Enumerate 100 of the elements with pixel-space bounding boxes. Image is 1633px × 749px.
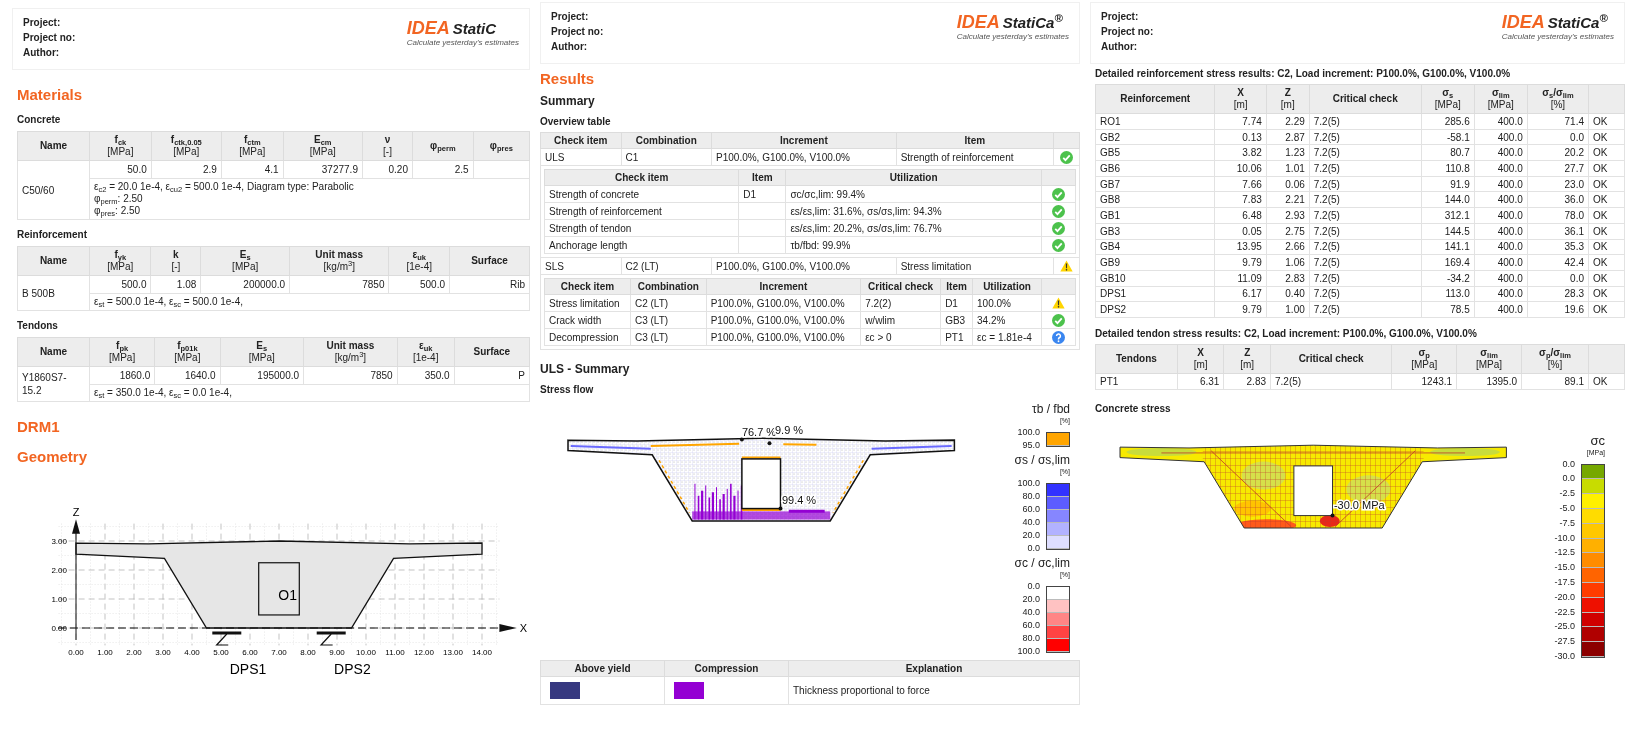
legend-label: -12.5 — [1554, 546, 1575, 559]
column-header: σ$_{p}$/σ$_{lim}$ [%] — [1521, 344, 1589, 374]
logo-mark: IDEA — [1501, 13, 1545, 31]
table-cell: 7.2(5) — [1309, 301, 1422, 318]
table-cell: SLS — [540, 257, 621, 275]
table-cell: 7.2(5) — [1309, 239, 1422, 255]
column-header: Check item — [544, 169, 739, 186]
table-cell: 2.5 — [412, 160, 474, 179]
axis-tick-label: 9.00 — [329, 648, 345, 657]
table-cell: 400.0 — [1474, 270, 1528, 287]
subsection-heading: Tendons — [17, 319, 59, 332]
column-header: Surface — [449, 246, 530, 276]
column-header: Check item — [540, 132, 621, 149]
axis-tick-label: 3.00 — [155, 648, 171, 657]
table-cell: Strength of reinforcement — [896, 148, 1054, 166]
axis-tick-label: 1.00 — [97, 648, 113, 657]
legend-label: 60.0 — [1022, 503, 1040, 515]
table-cell: 2.9 — [151, 160, 222, 179]
legend-label: -7.5 — [1559, 516, 1575, 529]
legend-label: -27.5 — [1554, 635, 1575, 648]
table-cell: 2.83 — [1266, 270, 1310, 287]
table-cell: Thickness proportional to force — [788, 676, 1080, 705]
table-cell: 312.1 — [1421, 207, 1475, 224]
column-header: Unit mass [kg/m$^{3}$] — [289, 246, 389, 276]
table-cell: 2.93 — [1266, 207, 1310, 224]
subsection-heading: Stress flow — [540, 383, 595, 396]
table-cell: 1.06 — [1266, 254, 1310, 271]
table-cell: 89.1 — [1521, 373, 1589, 390]
legend-label: -2.5 — [1559, 487, 1575, 500]
table-cell: DPS2 — [1095, 301, 1215, 318]
table-cell: 37277.9 — [283, 160, 363, 179]
table-cell: Stress limitation — [544, 294, 631, 312]
table-cell: εc = 1.81e-4 — [972, 328, 1042, 346]
column-header: Critical check — [860, 278, 941, 295]
column-header: Combination — [621, 132, 712, 149]
table-cell: 36.1 — [1527, 223, 1589, 239]
table-cell: 6.48 — [1214, 207, 1267, 224]
table-cell: 4.1 — [221, 160, 284, 179]
column-header: f$_{yk}$ [MPa] — [89, 246, 151, 276]
axis-tick-label: 7.00 — [271, 648, 287, 657]
table-cell: 7.2(5) — [1309, 286, 1422, 302]
axis-tick-label: 12.00 — [414, 648, 434, 657]
table-cell: 350.0 — [397, 366, 455, 385]
table-cell: 35.3 — [1527, 239, 1589, 255]
table-cell: C2 (LT) — [621, 257, 712, 275]
column-header: Unit mass [kg/m$^{3}$] — [303, 337, 398, 367]
table-cell: GB5 — [1095, 144, 1215, 161]
legend-label: -10.0 — [1554, 531, 1575, 544]
field-label: Project no: — [23, 31, 76, 45]
table-cell: 144.5 — [1421, 223, 1475, 239]
table-cell: 7850 — [303, 366, 398, 385]
table-cell: Crack width — [544, 311, 631, 329]
axis-tick-label: 3.00 — [51, 537, 67, 546]
table-cell: 0.40 — [1266, 286, 1310, 302]
table-cell: 500.0 — [388, 275, 450, 294]
table-cell: 1860.0 — [89, 366, 155, 385]
column-header: Z [m] — [1266, 84, 1310, 114]
table-cell: 7.74 — [1214, 113, 1267, 130]
table-cell: 110.8 — [1421, 160, 1475, 177]
table-cell: 28.3 — [1527, 286, 1589, 302]
table-cell: 141.1 — [1421, 239, 1475, 255]
utilization-label: 9.9 % — [775, 424, 804, 437]
table-cell: 91.9 — [1421, 176, 1475, 192]
table-cell: OK — [1588, 223, 1625, 239]
column-header: Compression — [664, 660, 789, 677]
opening-outline — [258, 562, 300, 616]
column-header: Surface — [454, 337, 530, 367]
table-cell: -34.2 — [1421, 270, 1475, 287]
table-cell: 285.6 — [1421, 113, 1475, 130]
table-cell: GB4 — [1095, 239, 1215, 255]
column-header: Check item — [544, 278, 631, 295]
table-cell: 7.66 — [1214, 176, 1267, 192]
table-cell: GB9 — [1095, 254, 1215, 271]
column-header: Above yield — [540, 660, 665, 677]
table-cell: OK — [1588, 373, 1625, 390]
legend-label: 0.0 — [1027, 542, 1040, 554]
axis-tick-label: 0.00 — [51, 624, 67, 633]
support-label: DPS1 — [229, 661, 267, 677]
column-header: f$_{ctk,0.05}$ [MPa] — [151, 131, 222, 161]
table-cell: 0.06 — [1266, 176, 1310, 192]
logo-mark: IDEA — [406, 19, 450, 37]
table-cell: GB8 — [1095, 191, 1215, 208]
axis-tick-label: 6.00 — [242, 648, 258, 657]
table-cell: Strength of tendon — [544, 219, 739, 237]
table-cell: C3 (LT) — [630, 311, 707, 329]
table-cell: OK — [1588, 207, 1625, 224]
table-cell: 7.2(5) — [1309, 160, 1422, 177]
legend-label: -5.0 — [1559, 502, 1575, 514]
logo-text: StatiC — [452, 21, 497, 36]
table-cell: P100.0%, G100.0%, V100.0% — [706, 311, 861, 329]
table-cell: OK — [1588, 301, 1625, 318]
support-icon — [316, 631, 346, 646]
table-cell: 1.08 — [150, 275, 201, 294]
table-cell: 36.0 — [1527, 191, 1589, 208]
legend-label: 100.0 — [1017, 645, 1040, 657]
table-cell: 1.01 — [1266, 160, 1310, 177]
table-cell: 0.13 — [1214, 129, 1267, 145]
table-cell: 400.0 — [1474, 207, 1528, 224]
table-cell: Stress limitation — [896, 257, 1054, 275]
column-header: k [-] — [150, 246, 201, 276]
